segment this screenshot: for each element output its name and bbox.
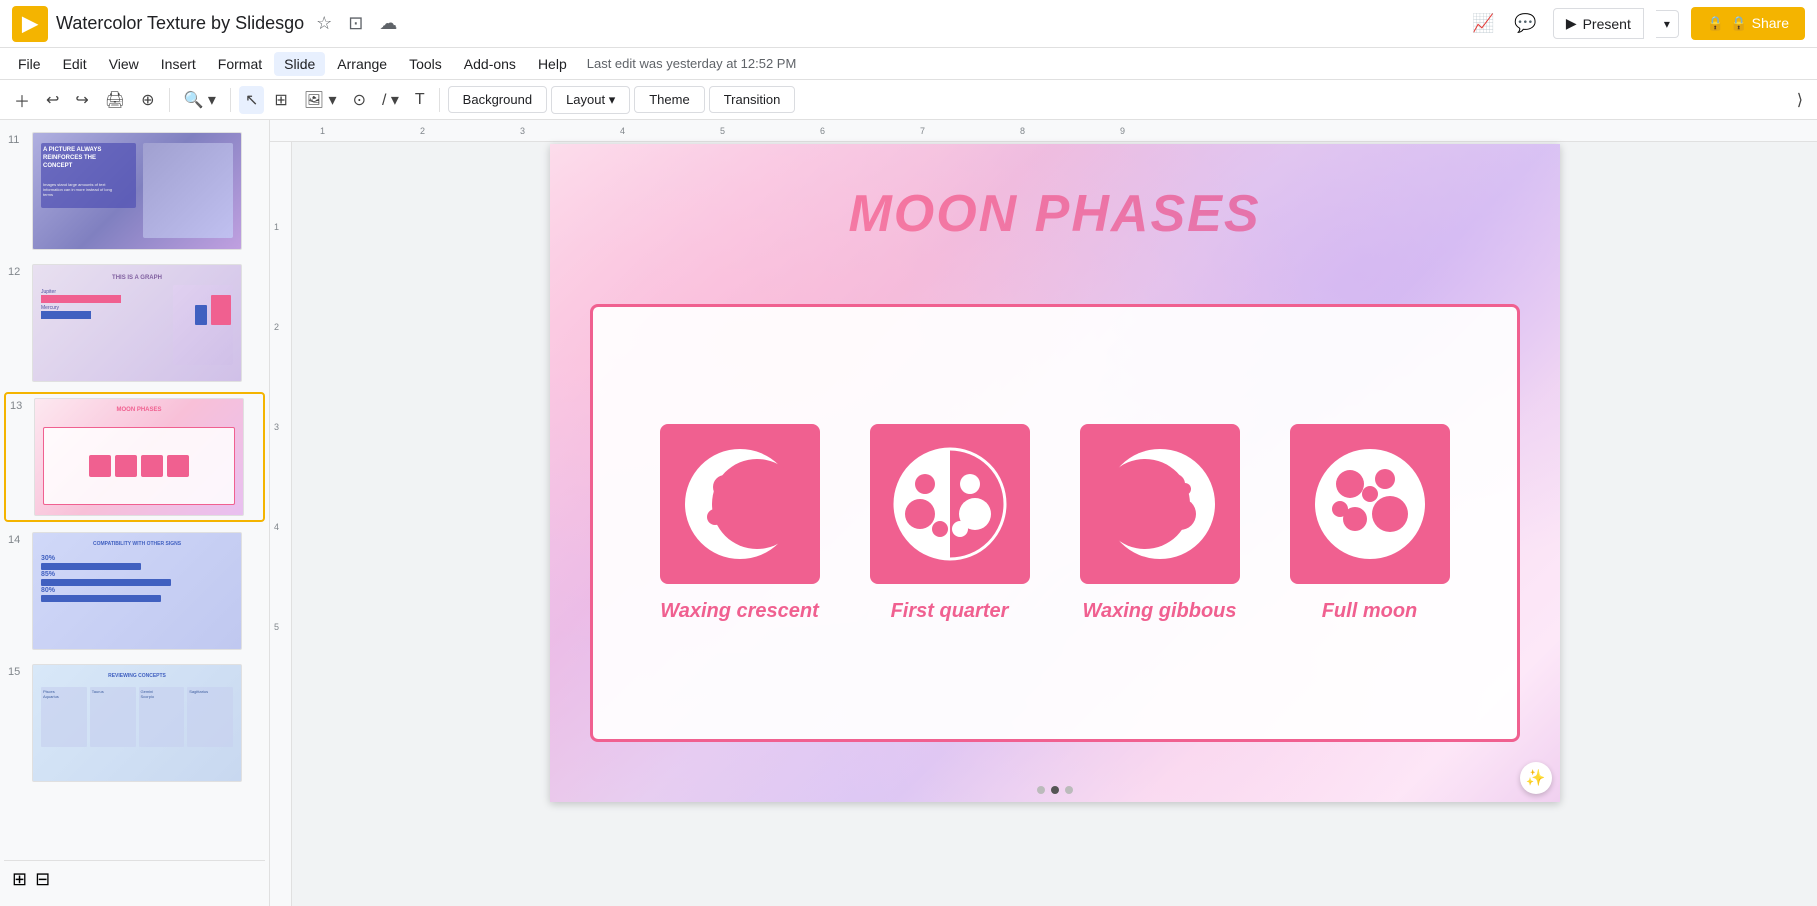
slide-image-13: MOON PHASES: [34, 398, 244, 516]
slide-num-14: 14: [8, 532, 26, 546]
zoom-button[interactable]: 🔍 ▾: [178, 86, 222, 114]
phase-full-moon: Full moon: [1290, 424, 1450, 623]
phase-icon-full-moon: [1290, 424, 1450, 584]
ruler-vertical: 1 2 3 4 5: [270, 142, 292, 906]
list-view-icon[interactable]: ⊟: [35, 869, 50, 890]
transition-button[interactable]: Transition: [709, 86, 796, 113]
present-caret-button[interactable]: ▾: [1656, 10, 1679, 38]
lock-icon: 🔒: [1707, 15, 1724, 32]
header-right: 📈 💬 ▶ Present ▾ 🔒 🔒 Share: [1468, 7, 1805, 40]
share-label: 🔒 Share: [1730, 15, 1789, 32]
slide-image-15: REVIEWING CONCEPTS PiscesAquarius Taurus…: [32, 664, 242, 782]
image-tool[interactable]: 🖼 ▾: [298, 86, 343, 114]
phase-label-full-moon: Full moon: [1322, 600, 1418, 623]
shapes-tool[interactable]: ⊙: [347, 86, 372, 114]
dot-3: [1065, 786, 1073, 794]
toolbar-separator-1: [169, 88, 170, 112]
title-bar: ▶ Watercolor Texture by Slidesgo ☆ ⊡ ☁ 📈…: [0, 0, 1817, 48]
slide-dots: [1037, 786, 1073, 794]
print-button[interactable]: 🖨: [99, 86, 131, 114]
moon-svg-first-quarter: [885, 439, 1015, 569]
phase-icon-waxing-gibbous: [1080, 424, 1240, 584]
main-area: 11 A PICTURE ALWAYS REINFORCES THE CONCE…: [0, 120, 1817, 906]
dot-2: [1051, 786, 1059, 794]
slide-canvas[interactable]: MOON PHASES: [550, 144, 1560, 802]
app-icon: ▶: [12, 6, 48, 42]
toolbar-separator-3: [439, 88, 440, 112]
layout-button[interactable]: Layout ▾: [551, 86, 630, 114]
slide-thumb-13[interactable]: 13 MOON PHASES: [4, 392, 265, 522]
add-slide-button[interactable]: ＋: [8, 84, 36, 116]
phase-first-quarter: First quarter: [870, 424, 1030, 623]
menu-arrange[interactable]: Arrange: [327, 52, 397, 76]
slide-thumb-15[interactable]: 15 REVIEWING CONCEPTS PiscesAquarius Tau…: [4, 660, 265, 786]
moon-svg-waxing-crescent: [675, 439, 805, 569]
canvas-area: 1 2 3 4 5 6 7 8 9 1 2 3 4 5 MOON PHASES: [270, 120, 1817, 906]
menu-addons[interactable]: Add-ons: [454, 52, 526, 76]
smart-compose-button[interactable]: ✨: [1520, 762, 1552, 794]
menu-view[interactable]: View: [99, 52, 149, 76]
background-button[interactable]: Background: [448, 86, 547, 113]
phase-waxing-crescent: Waxing crescent: [660, 424, 820, 623]
slide-num-15: 15: [8, 664, 26, 678]
edit-box-tool[interactable]: ⊞: [268, 86, 293, 114]
redo-button[interactable]: ↪: [69, 86, 94, 114]
moon-svg-full-moon: [1305, 439, 1435, 569]
grid-view-icon[interactable]: ⊞: [12, 869, 27, 890]
slide-num-13: 13: [10, 398, 28, 412]
menu-edit[interactable]: Edit: [53, 52, 97, 76]
menu-bar: File Edit View Insert Format Slide Arran…: [0, 48, 1817, 80]
sidebar-toggle[interactable]: ⟩: [1791, 86, 1809, 114]
slide-image-12: THIS IS A GRAPH Jupiter Mercury: [32, 264, 242, 382]
star-icon[interactable]: ☆: [312, 9, 336, 38]
text-tool[interactable]: T: [409, 87, 431, 113]
dot-1: [1037, 786, 1045, 794]
share-button[interactable]: 🔒 🔒 Share: [1691, 7, 1805, 40]
present-icon: ▶: [1566, 15, 1577, 32]
cloud-icon[interactable]: ☁: [375, 9, 401, 38]
stats-icon[interactable]: 📈: [1468, 9, 1498, 38]
present-label: Present: [1583, 16, 1631, 32]
slide-title: MOON PHASES: [550, 184, 1560, 244]
slide-image-11: A PICTURE ALWAYS REINFORCES THE CONCEPT …: [32, 132, 242, 250]
phase-icon-first-quarter: [870, 424, 1030, 584]
present-button[interactable]: ▶ Present: [1553, 8, 1644, 39]
phase-label-first-quarter: First quarter: [891, 600, 1009, 623]
phases-row: Waxing crescent: [660, 424, 1450, 623]
slide-num-12: 12: [8, 264, 26, 278]
theme-button[interactable]: Theme: [634, 86, 704, 113]
select-tool[interactable]: ↖: [239, 86, 264, 114]
undo-button[interactable]: ↩: [40, 86, 65, 114]
slide-thumb-11[interactable]: 11 A PICTURE ALWAYS REINFORCES THE CONCE…: [4, 128, 265, 254]
paint-format-button[interactable]: ⊕: [135, 86, 160, 114]
slide-thumb-14[interactable]: 14 COMPATIBILITY WITH OTHER SIGNS 30% 85…: [4, 528, 265, 654]
menu-slide[interactable]: Slide: [274, 52, 325, 76]
menu-file[interactable]: File: [8, 52, 51, 76]
slide-image-14: COMPATIBILITY WITH OTHER SIGNS 30% 85% 8…: [32, 532, 242, 650]
moon-svg-waxing-gibbous: [1095, 439, 1225, 569]
toolbar: ＋ ↩ ↪ 🖨 ⊕ 🔍 ▾ ↖ ⊞ 🖼 ▾ ⊙ / ▾ T Background…: [0, 80, 1817, 120]
phase-label-waxing-crescent: Waxing crescent: [660, 600, 819, 623]
document-title: Watercolor Texture by Slidesgo: [56, 13, 304, 34]
menu-help[interactable]: Help: [528, 52, 577, 76]
line-tool[interactable]: / ▾: [376, 86, 405, 114]
slide-num-11: 11: [8, 132, 26, 146]
phase-waxing-gibbous: Waxing gibbous: [1080, 424, 1240, 623]
phase-label-waxing-gibbous: Waxing gibbous: [1082, 600, 1236, 623]
menu-tools[interactable]: Tools: [399, 52, 452, 76]
last-edit: Last edit was yesterday at 12:52 PM: [587, 56, 797, 71]
slide-thumb-12[interactable]: 12 THIS IS A GRAPH Jupiter Mercury: [4, 260, 265, 386]
phase-icon-waxing-crescent: [660, 424, 820, 584]
menu-insert[interactable]: Insert: [151, 52, 206, 76]
ruler-horizontal: 1 2 3 4 5 6 7 8 9: [270, 120, 1817, 142]
menu-format[interactable]: Format: [208, 52, 272, 76]
phases-card[interactable]: Waxing crescent: [590, 304, 1520, 742]
folder-icon[interactable]: ⊡: [344, 9, 367, 38]
toolbar-separator-2: [230, 88, 231, 112]
comment-icon[interactable]: 💬: [1510, 9, 1540, 38]
slide-panel: 11 A PICTURE ALWAYS REINFORCES THE CONCE…: [0, 120, 270, 906]
